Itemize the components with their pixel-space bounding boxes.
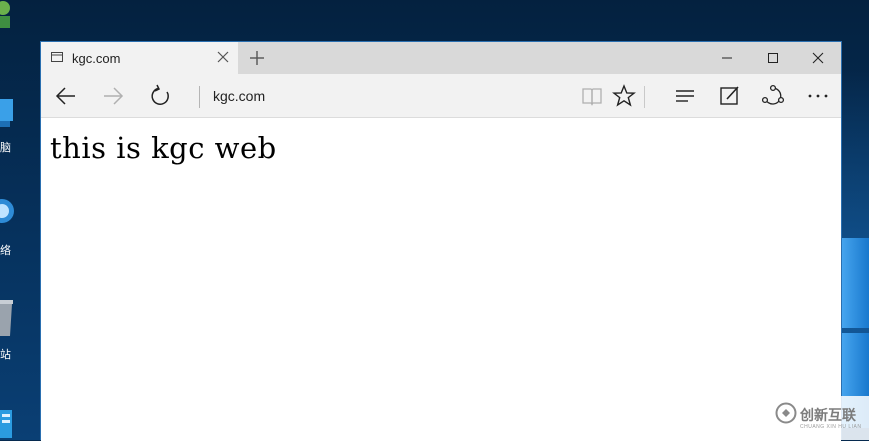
- desktop-icon-label: 脑: [0, 141, 11, 154]
- watermark-subtext: CHUANG XIN HU LIAN: [800, 424, 862, 430]
- back-button[interactable]: [52, 82, 80, 110]
- share-icon: [761, 84, 785, 105]
- more-icon: [808, 94, 828, 98]
- hub-icon: [676, 90, 694, 102]
- share-button[interactable]: [759, 82, 787, 110]
- close-icon: [812, 52, 824, 64]
- browser-window: kgc.com kgc.com this is kgc web: [40, 41, 842, 441]
- computer-icon: [0, 99, 13, 127]
- user-icon: [0, 1, 10, 28]
- recycle-bin-icon: [0, 300, 13, 336]
- toolbar-divider: [644, 86, 645, 108]
- logo-pane-upper: [842, 238, 869, 328]
- tab-title: kgc.com: [72, 51, 121, 66]
- page-icon: [51, 52, 63, 62]
- forward-arrow-icon: [104, 87, 124, 105]
- hub-button[interactable]: [671, 82, 699, 110]
- maximize-icon: [768, 53, 778, 63]
- back-arrow-icon: [55, 87, 75, 105]
- favorite-button[interactable]: [610, 82, 638, 110]
- book-icon: [582, 88, 602, 106]
- close-window-button[interactable]: [795, 42, 841, 74]
- address-divider: [199, 86, 200, 108]
- refresh-button[interactable]: [147, 82, 175, 110]
- refresh-icon: [151, 84, 169, 105]
- network-icon: [0, 199, 14, 223]
- web-note-button[interactable]: [716, 82, 744, 110]
- forward-button[interactable]: [99, 82, 127, 110]
- more-button[interactable]: [804, 82, 832, 110]
- nav-bar: kgc.com: [41, 74, 841, 118]
- address-bar[interactable]: kgc.com: [213, 88, 265, 104]
- watermark-text: 创新互联: [800, 408, 856, 424]
- close-icon[interactable]: [215, 49, 231, 65]
- maximize-button[interactable]: [750, 42, 796, 74]
- app-icon: [0, 410, 12, 438]
- web-note-icon: [720, 86, 739, 105]
- tab-kgc[interactable]: kgc.com: [41, 42, 238, 74]
- desktop-icon-label: 络: [0, 244, 11, 257]
- minimize-icon: [722, 57, 732, 59]
- reading-view-button[interactable]: [578, 82, 606, 110]
- star-icon: [612, 84, 636, 107]
- page-content: this is kgc web: [41, 119, 841, 441]
- minimize-button[interactable]: [704, 42, 750, 74]
- plus-icon[interactable]: [248, 49, 266, 67]
- title-bar: kgc.com: [41, 42, 841, 74]
- watermark-logo-icon: [775, 402, 797, 424]
- page-text: this is kgc web: [50, 131, 277, 165]
- desktop-icon-label: 站: [0, 348, 11, 361]
- watermark: 创新互联 CHUANG XIN HU LIAN: [770, 396, 869, 440]
